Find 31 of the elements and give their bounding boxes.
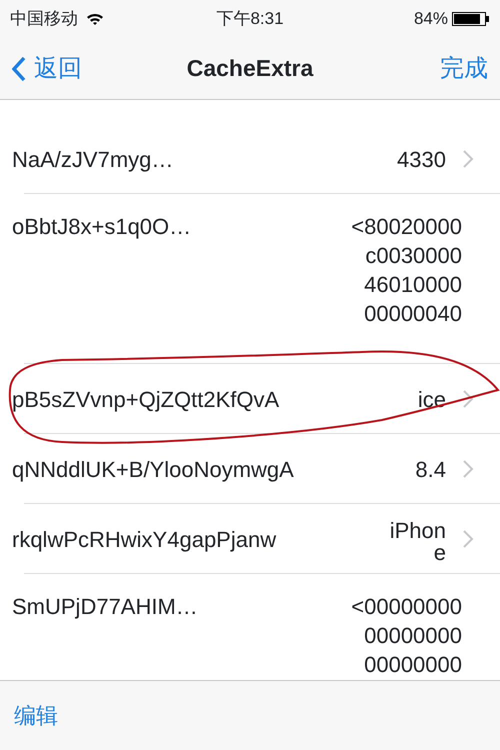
row-value: 46010000 <box>363 271 462 299</box>
row-value: 00000000 <box>363 651 462 679</box>
back-button[interactable]: 返回 <box>12 50 82 86</box>
done-button[interactable]: 完成 <box>440 50 488 86</box>
row-value: <00000000 <box>351 593 462 621</box>
row-value: c0030000 <box>364 242 462 270</box>
clock-time: 下午8:31 <box>215 8 285 30</box>
list-row[interactable]: rkqlwPcRHwixY4gapPjanw iPhon e <box>0 504 500 574</box>
list-row[interactable]: oBbtJ8x+s1q0O… <80020000 c0030000 46010000 00000040 <box>0 194 500 364</box>
edit-button[interactable]: 编辑 <box>14 699 58 732</box>
row-value: iPhon <box>390 516 446 544</box>
battery-percent: 84% <box>414 8 448 30</box>
row-key: pB5sZVvnp+QjZQtt2KfQvA <box>12 382 418 416</box>
row-value: e <box>432 544 446 562</box>
row-key: rkqlwPcRHwixY4gapPjanw <box>12 522 390 556</box>
row-key: SmUPjD77AHIM… <box>12 592 352 621</box>
back-chevron-icon <box>12 56 26 82</box>
battery-icon <box>452 11 490 27</box>
list-row[interactable]: NaA/zJV7myg… 4330 <box>0 124 500 194</box>
carrier-name: 中国移动 <box>10 8 78 30</box>
wifi-icon <box>86 12 104 26</box>
row-key: qNNddlUK+B/YlooNoymwgA <box>12 452 416 486</box>
row-key: NaA/zJV7myg… <box>12 142 398 176</box>
row-key: oBbtJ8x+s1q0O… <box>12 212 352 241</box>
row-value: <80020000 <box>351 213 462 241</box>
row-value: 00000000 <box>363 622 462 650</box>
list-row[interactable]: qNNddlUK+B/YlooNoymwgA 8.4 <box>0 434 500 504</box>
nav-title: CacheExtra <box>186 55 314 82</box>
row-value: 00000040 <box>363 300 462 328</box>
row-value: 8.4 <box>415 456 446 482</box>
row-value: 4330 <box>397 146 446 172</box>
